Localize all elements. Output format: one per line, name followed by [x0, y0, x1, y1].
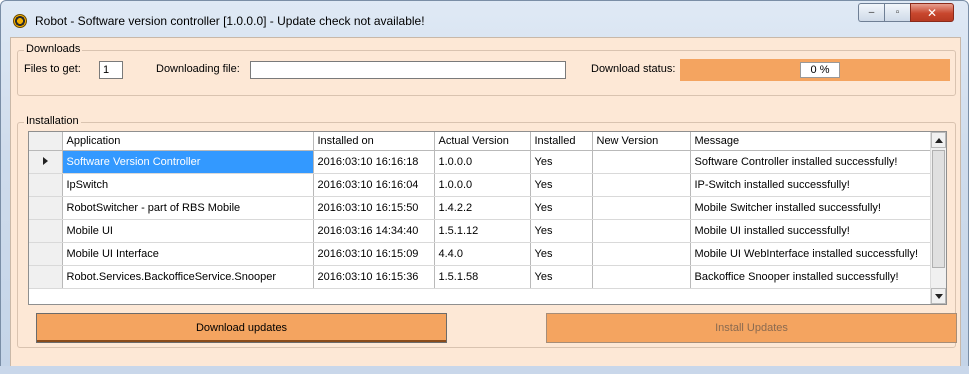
row-header[interactable]	[29, 150, 63, 174]
downloading-file-label: Downloading file:	[156, 63, 240, 75]
column-header[interactable]: Installed	[530, 132, 593, 151]
table-row[interactable]: IpSwitch 2016:03:10 16:16:04 1.0.0.0 Yes…	[29, 173, 933, 197]
cell-new-version[interactable]	[592, 219, 691, 243]
cell-application[interactable]: Mobile UI Interface	[62, 242, 314, 266]
cell-message[interactable]: Mobile UI installed successfully!	[690, 219, 933, 243]
table-row[interactable]: Software Version Controller 2016:03:10 1…	[29, 150, 933, 174]
cell-new-version[interactable]	[592, 150, 691, 174]
column-header[interactable]: Actual Version	[434, 132, 531, 151]
row-header[interactable]	[29, 219, 63, 243]
cell-actual-version[interactable]: 1.0.0.0	[434, 150, 531, 174]
column-header[interactable]: New Version	[592, 132, 691, 151]
maximize-button[interactable]: ▫	[884, 3, 910, 22]
cell-application[interactable]: IpSwitch	[62, 173, 314, 197]
cell-installed-on[interactable]: 2016:03:10 16:15:09	[313, 242, 435, 266]
cell-actual-version[interactable]: 1.5.1.12	[434, 219, 531, 243]
row-header-corner	[29, 132, 63, 151]
cell-application[interactable]: Mobile UI	[62, 219, 314, 243]
cell-message[interactable]: Backoffice Snooper installed successfull…	[690, 265, 933, 289]
download-status-value: 0 %	[800, 62, 840, 78]
cell-actual-version[interactable]: 1.0.0.0	[434, 173, 531, 197]
cell-installed[interactable]: Yes	[530, 173, 593, 197]
download-status-bar: 0 %	[680, 59, 950, 81]
cell-actual-version[interactable]: 1.4.2.2	[434, 196, 531, 220]
cell-application[interactable]: RobotSwitcher - part of RBS Mobile	[62, 196, 314, 220]
row-header[interactable]	[29, 173, 63, 197]
cell-message[interactable]: Mobile UI WebInterface installed success…	[690, 242, 933, 266]
robot-app-icon	[13, 14, 27, 28]
close-button[interactable]: ✕	[910, 3, 954, 22]
downloading-file-field[interactable]	[250, 61, 566, 79]
download-updates-button[interactable]: Download updates	[36, 313, 447, 343]
files-to-get-field[interactable]: 1	[99, 61, 123, 79]
cell-message[interactable]: Mobile Switcher installed successfully!	[690, 196, 933, 220]
table-row[interactable]: RobotSwitcher - part of RBS Mobile 2016:…	[29, 196, 933, 220]
row-header[interactable]	[29, 242, 63, 266]
cell-installed-on[interactable]: 2016:03:10 16:16:18	[313, 150, 435, 174]
installation-group: Installation Application Installed on Ac…	[17, 115, 957, 348]
cell-installed[interactable]: Yes	[530, 150, 593, 174]
cell-new-version[interactable]	[592, 173, 691, 197]
scroll-thumb[interactable]	[932, 150, 945, 268]
installation-legend: Installation	[24, 115, 81, 127]
cell-installed-on[interactable]: 2016:03:10 16:15:36	[313, 265, 435, 289]
install-updates-button[interactable]: Install Updates	[546, 313, 957, 343]
table-row[interactable]: Robot.Services.BackofficeService.Snooper…	[29, 265, 933, 289]
table-row[interactable]: Mobile UI Interface 2016:03:10 16:15:09 …	[29, 242, 933, 266]
column-header[interactable]: Application	[62, 132, 314, 151]
download-status-label: Download status:	[591, 63, 676, 75]
downloads-group: Downloads Files to get: 1 Downloading fi…	[17, 43, 956, 96]
cell-installed[interactable]: Yes	[530, 219, 593, 243]
cell-installed[interactable]: Yes	[530, 196, 593, 220]
downloads-legend: Downloads	[24, 43, 83, 55]
window-bottom-border	[0, 366, 969, 374]
cell-new-version[interactable]	[592, 242, 691, 266]
applications-grid[interactable]: Application Installed on Actual Version …	[28, 131, 947, 305]
arrow-up-icon	[934, 137, 943, 143]
files-to-get-label: Files to get:	[24, 63, 81, 75]
cell-installed-on[interactable]: 2016:03:10 16:15:50	[313, 196, 435, 220]
cell-installed[interactable]: Yes	[530, 265, 593, 289]
window-controls: – ▫ ✕	[858, 3, 954, 22]
minimize-button[interactable]: –	[858, 3, 884, 22]
cell-application[interactable]: Robot.Services.BackofficeService.Snooper	[62, 265, 314, 289]
vertical-scrollbar[interactable]	[930, 132, 946, 304]
column-header[interactable]: Message	[690, 132, 933, 151]
cell-new-version[interactable]	[592, 265, 691, 289]
scroll-up-button[interactable]	[931, 132, 946, 148]
scroll-down-button[interactable]	[931, 288, 946, 304]
window-title: Robot - Software version controller [1.0…	[35, 14, 425, 28]
table-header-row: Application Installed on Actual Version …	[29, 132, 933, 151]
row-header[interactable]	[29, 196, 63, 220]
row-header[interactable]	[29, 265, 63, 289]
current-row-arrow-icon	[42, 156, 48, 165]
applications-table: Application Installed on Actual Version …	[29, 132, 933, 289]
table-row[interactable]: Mobile UI 2016:03:16 14:34:40 1.5.1.12 Y…	[29, 219, 933, 243]
title-bar[interactable]: Robot - Software version controller [1.0…	[1, 1, 968, 31]
cell-actual-version[interactable]: 1.5.1.58	[434, 265, 531, 289]
cell-message[interactable]: IP-Switch installed successfully!	[690, 173, 933, 197]
cell-installed[interactable]: Yes	[530, 242, 593, 266]
cell-installed-on[interactable]: 2016:03:10 16:16:04	[313, 173, 435, 197]
client-area: Downloads Files to get: 1 Downloading fi…	[10, 37, 961, 367]
cell-installed-on[interactable]: 2016:03:16 14:34:40	[313, 219, 435, 243]
cell-message[interactable]: Software Controller installed successful…	[690, 150, 933, 174]
cell-new-version[interactable]	[592, 196, 691, 220]
app-window: Robot - Software version controller [1.0…	[0, 0, 969, 374]
cell-application[interactable]: Software Version Controller	[62, 150, 314, 174]
column-header[interactable]: Installed on	[313, 132, 435, 151]
cell-actual-version[interactable]: 4.4.0	[434, 242, 531, 266]
arrow-down-icon	[934, 293, 943, 299]
